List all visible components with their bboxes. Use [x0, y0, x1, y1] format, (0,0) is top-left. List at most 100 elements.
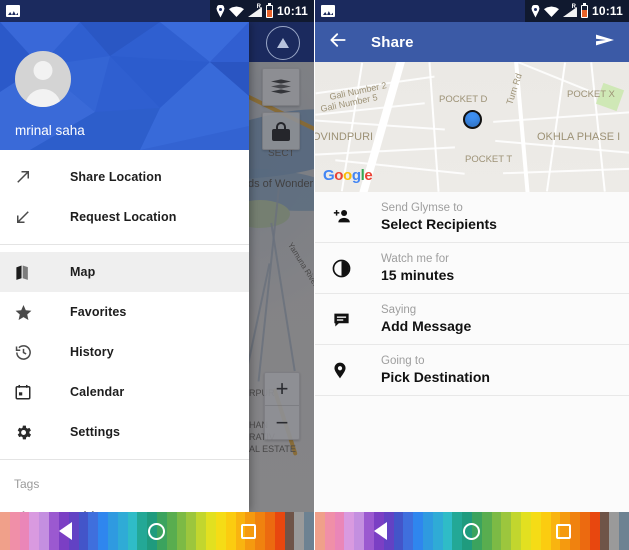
share-option-value: Pick Destination — [381, 369, 490, 385]
location-pin-icon — [531, 5, 540, 18]
google-letter: o — [334, 167, 344, 184]
map-icon — [14, 263, 44, 282]
cellular-signal-roaming-icon: R — [563, 4, 577, 17]
android-navigation-bar-left — [0, 512, 314, 550]
map-label: OKHLA PHASE I — [537, 131, 621, 143]
drawer-item-add-tag[interactable]: Add a tag — [0, 497, 249, 512]
drawer-item-favorites[interactable]: Favorites — [0, 292, 249, 332]
drawer-header: mrinal saha — [0, 22, 249, 150]
google-letter: o — [343, 167, 352, 184]
share-option-sub: Send Glymse to — [381, 202, 463, 214]
share-option-value: Select Recipients — [381, 216, 497, 232]
status-bar-system-icons: R 10:11 — [524, 0, 629, 22]
timer-icon — [331, 258, 365, 279]
image-notification-icon — [321, 5, 335, 17]
drawer-item-label: History — [70, 345, 114, 359]
dual-screenshot: R 10:11 SECT ds of Wonder Yamuna River R… — [0, 0, 629, 550]
share-option-sub: Saying — [381, 304, 417, 316]
drawer-item-map[interactable]: Map — [0, 252, 249, 292]
drawer-item-request-location[interactable]: Request Location — [0, 197, 249, 237]
map-street — [493, 111, 629, 123]
share-option-value: Add Message — [381, 318, 472, 334]
drawer-group-sections: Map Favorites History Calendar Settings — [0, 244, 249, 459]
drawer-item-share-location[interactable]: Share Location — [0, 157, 249, 197]
drawer-item-label: Calendar — [70, 385, 125, 399]
wifi-icon — [544, 5, 559, 17]
share-option-sub: Going to — [381, 355, 425, 367]
drawer-group-tags: Tags Add a tag — [0, 459, 249, 512]
gear-icon — [14, 423, 44, 442]
battery-icon — [265, 2, 273, 18]
map-street — [545, 62, 566, 192]
drawer-item-settings[interactable]: Settings — [0, 412, 249, 452]
back-arrow-icon[interactable] — [327, 30, 349, 55]
profile-name: mrinal saha — [15, 123, 85, 138]
status-bar-right: R 10:11 — [315, 0, 629, 22]
status-bar-clock: 10:11 — [591, 4, 623, 18]
send-paper-plane-icon[interactable] — [593, 29, 617, 56]
drawer-item-history[interactable]: History — [0, 332, 249, 372]
history-icon — [14, 343, 44, 362]
arrow-down-left-icon — [14, 208, 44, 226]
left-phone-screen: R 10:11 SECT ds of Wonder Yamuna River R… — [0, 0, 314, 550]
drawer-item-label: Request Location — [70, 210, 177, 224]
nav-home-icon[interactable] — [137, 512, 177, 550]
drawer-menu: Share Location Request Location Map Favo… — [0, 150, 249, 512]
share-option-destination[interactable]: Going to Pick Destination — [315, 345, 629, 396]
navigation-drawer: mrinal saha Share Location Request Locat… — [0, 22, 249, 512]
map-label: POCKET X — [567, 89, 615, 100]
person-add-icon — [331, 207, 365, 227]
map-street — [590, 62, 606, 192]
map-street — [503, 167, 629, 174]
share-options-list: Send Glymse to Select Recipients Watch m… — [315, 192, 629, 516]
avatar[interactable] — [15, 51, 71, 107]
share-option-message[interactable]: Saying Add Message — [315, 294, 629, 345]
google-watermark: Google — [323, 167, 373, 184]
drawer-item-label: Map — [70, 265, 96, 279]
status-bar-notifications — [0, 5, 210, 17]
tags-section-title: Tags — [14, 477, 40, 491]
star-icon — [14, 303, 44, 322]
message-icon — [331, 310, 365, 329]
share-map-preview[interactable]: Gali Number 2 Gali Number 5 POCKET D Tur… — [315, 62, 629, 192]
map-label: OVINDPURI — [315, 131, 374, 143]
share-option-value: 15 minutes — [381, 267, 455, 283]
compass-north-icon[interactable] — [266, 26, 300, 60]
right-phone-screen: R 10:11 Share Gali Number 2 Gali Number … — [315, 0, 629, 550]
google-letter: e — [364, 167, 373, 184]
current-location-dot — [463, 110, 482, 129]
share-empty-area — [315, 396, 629, 516]
nav-recents-icon[interactable] — [543, 512, 583, 550]
share-option-duration[interactable]: Watch me for 15 minutes — [315, 243, 629, 294]
calendar-icon — [14, 383, 44, 401]
roaming-badge: R — [256, 4, 261, 10]
status-bar-system-icons: R 10:11 — [209, 0, 314, 22]
status-bar-left: R 10:11 — [0, 0, 314, 22]
status-bar-notifications — [315, 5, 525, 17]
location-pin-icon — [216, 5, 225, 18]
nav-back-icon[interactable] — [361, 512, 401, 550]
android-navigation-bar-right — [315, 512, 629, 550]
google-letter: g — [351, 167, 361, 184]
drawer-item-calendar[interactable]: Calendar — [0, 372, 249, 412]
map-street — [479, 62, 591, 92]
cellular-signal-roaming-icon: R — [248, 4, 262, 17]
nav-home-icon[interactable] — [452, 512, 492, 550]
nav-recents-icon[interactable] — [228, 512, 268, 550]
image-notification-icon — [6, 5, 20, 17]
google-letter: G — [323, 167, 335, 184]
drawer-item-label: Share Location — [70, 170, 162, 184]
arrow-up-right-icon — [14, 168, 44, 186]
status-extension-bar — [248, 22, 314, 62]
share-option-recipients[interactable]: Send Glymse to Select Recipients — [315, 192, 629, 243]
location-pin-icon — [331, 360, 365, 381]
nav-back-icon[interactable] — [46, 512, 86, 550]
map-label: POCKET T — [465, 154, 513, 165]
drawer-item-label: Favorites — [70, 305, 127, 319]
roaming-badge: R — [571, 4, 576, 10]
wifi-icon — [229, 5, 244, 17]
battery-icon — [580, 2, 588, 18]
share-app-bar: Share — [315, 22, 629, 62]
status-bar-clock: 10:11 — [276, 4, 308, 18]
share-option-sub: Watch me for — [381, 253, 449, 265]
